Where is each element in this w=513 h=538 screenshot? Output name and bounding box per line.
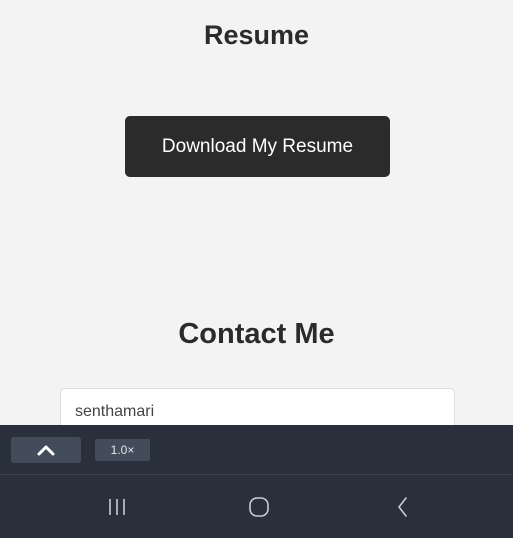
download-resume-button[interactable]: Download My Resume <box>125 116 390 177</box>
contact-heading: Contact Me <box>178 318 335 350</box>
recent-apps-button[interactable] <box>77 475 157 538</box>
system-navigation-bar <box>0 475 513 538</box>
home-button[interactable] <box>219 475 299 538</box>
bottom-toolbar: 1.0× <box>0 425 513 474</box>
recent-apps-icon <box>109 498 125 515</box>
chevron-up-icon <box>37 445 55 456</box>
back-icon <box>398 496 407 517</box>
collapse-toolbar-button[interactable] <box>11 437 81 463</box>
back-button[interactable] <box>363 475 443 538</box>
resume-heading: Resume <box>203 20 310 50</box>
zoom-level-badge[interactable]: 1.0× <box>95 439 150 461</box>
home-icon <box>249 496 269 517</box>
page-content: Resume Download My Resume Contact Me <box>0 0 513 436</box>
